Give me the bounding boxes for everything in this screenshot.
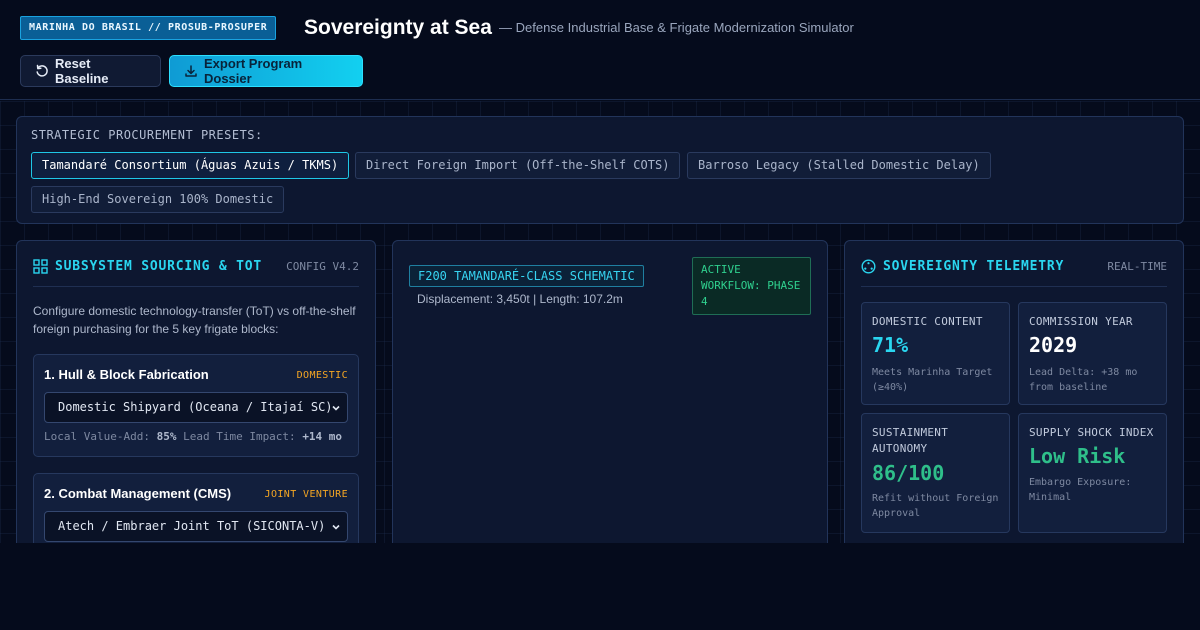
radar-icon — [861, 259, 876, 274]
presets-panel: STRATEGIC PROCUREMENT PRESETS: Tamandaré… — [16, 116, 1184, 224]
sourcing-title: SUBSYSTEM SOURCING & TOT — [55, 259, 263, 274]
lead-time-value: +14 mo — [302, 430, 343, 443]
domestic-content-card: DOMESTIC CONTENT 71% Meets Marinha Targe… — [861, 302, 1010, 405]
schematic-panel: F200 TAMANDARÉ-CLASS SCHEMATIC Displacem… — [392, 240, 828, 560]
hull-sourcing-value: Domestic Shipyard (Oceana / Itajaí SC) — [58, 400, 333, 414]
card-note: Embargo Exposure: Minimal — [1029, 477, 1132, 503]
card-label: SUPPLY SHOCK INDEX — [1029, 426, 1154, 439]
telemetry-panel: SOVEREIGNTY TELEMETRY REAL-TIME DOMESTIC… — [844, 240, 1184, 560]
bottom-band — [0, 543, 1200, 630]
supply-shock-card: SUPPLY SHOCK INDEX Low Risk Embargo Expo… — [1018, 413, 1167, 533]
subsystem-title: 1. Hull & Block Fabrication — [44, 367, 209, 382]
card-value: 71% — [872, 333, 909, 357]
value-add-label: Local Value-Add: — [44, 430, 150, 443]
hull-metrics: Local Value-Add: 85% Lead Time Impact: +… — [44, 430, 342, 443]
reset-baseline-button[interactable]: Reset Baseline — [20, 55, 161, 87]
card-note: Refit without Foreign Approval — [872, 493, 999, 519]
card-label: SUSTAINMENT AUTONOMY — [872, 426, 949, 455]
telemetry-panel-header: SOVEREIGNTY TELEMETRY REAL-TIME — [861, 241, 1167, 287]
workflow-status-badge: ACTIVE WORKFLOW: PHASE 4 — [692, 257, 811, 315]
card-label: COMMISSION YEAR — [1029, 315, 1133, 328]
presets-title: STRATEGIC PROCUREMENT PRESETS: — [31, 128, 263, 142]
config-version: CONFIG V4.2 — [286, 260, 359, 273]
cms-sourcing-select[interactable]: Atech / Embraer Joint ToT (SICONTA-V) — [44, 511, 348, 542]
reset-baseline-label: Reset Baseline — [55, 56, 109, 86]
sourcing-panel-header: SUBSYSTEM SOURCING & TOT CONFIG V4.2 — [33, 241, 359, 287]
preset-barroso-legacy[interactable]: Barroso Legacy (Stalled Domestic Delay) — [687, 152, 991, 179]
card-note: Meets Marinha Target (≥40%) — [872, 367, 993, 393]
card-value: 86/100 — [872, 461, 945, 485]
chevron-down-icon — [332, 405, 340, 411]
card-note: Lead Delta: +38 mo from baseline — [1029, 367, 1138, 393]
value-add-value: 85% — [156, 430, 177, 443]
chevron-down-icon — [332, 524, 340, 530]
page-title: Sovereignty at Sea — [304, 16, 492, 39]
schematic-tag: F200 TAMANDARÉ-CLASS SCHEMATIC — [409, 265, 644, 287]
preset-foreign-import[interactable]: Direct Foreign Import (Off-the-Shelf COT… — [355, 152, 681, 179]
sourcing-intro: Configure domestic technology-transfer (… — [33, 304, 356, 336]
lead-time-label: Lead Time Impact: — [183, 430, 296, 443]
preset-tamandare[interactable]: Tamandaré Consortium (Águas Azuis / TKMS… — [31, 152, 350, 179]
grid-icon — [33, 259, 48, 274]
sourcing-panel: SUBSYSTEM SOURCING & TOT CONFIG V4.2 Con… — [16, 240, 376, 560]
org-badge: MARINHA DO BRASIL // PROSUB-PROSUPER — [20, 16, 277, 40]
card-value: 2029 — [1029, 333, 1078, 357]
subsystem-title: 2. Combat Management (CMS) — [44, 486, 232, 501]
export-dossier-button[interactable]: Export Program Dossier — [169, 55, 363, 87]
subsystem-status: JOINT VENTURE — [264, 489, 348, 500]
card-label: DOMESTIC CONTENT — [872, 315, 983, 328]
sustainment-autonomy-card: SUSTAINMENT AUTONOMY 86/100 Refit withou… — [861, 413, 1010, 533]
card-value: Low Risk — [1029, 444, 1126, 468]
subsystem-block-hull: 1. Hull & Block Fabrication DOMESTIC Dom… — [33, 354, 359, 457]
schematic-specs: Displacement: 3,450t | Length: 107.2m — [417, 292, 623, 306]
hull-sourcing-select[interactable]: Domestic Shipyard (Oceana / Itajaí SC) — [44, 392, 348, 423]
cms-sourcing-value: Atech / Embraer Joint ToT (SICONTA-V) — [58, 519, 326, 533]
app-header: MARINHA DO BRASIL // PROSUB-PROSUPER Sov… — [0, 0, 1200, 100]
page-subtitle: — Defense Industrial Base & Frigate Mode… — [499, 20, 854, 35]
subsystem-status: DOMESTIC — [296, 370, 348, 381]
reset-icon — [36, 64, 48, 77]
realtime-tag: REAL-TIME — [1107, 260, 1167, 273]
preset-sovereign-domestic[interactable]: High-End Sovereign 100% Domestic — [31, 186, 285, 213]
download-icon — [185, 65, 197, 77]
telemetry-title: SOVEREIGNTY TELEMETRY — [883, 259, 1065, 274]
commission-year-card: COMMISSION YEAR 2029 Lead Delta: +38 mo … — [1018, 302, 1167, 405]
export-dossier-label: Export Program Dossier — [204, 56, 303, 86]
